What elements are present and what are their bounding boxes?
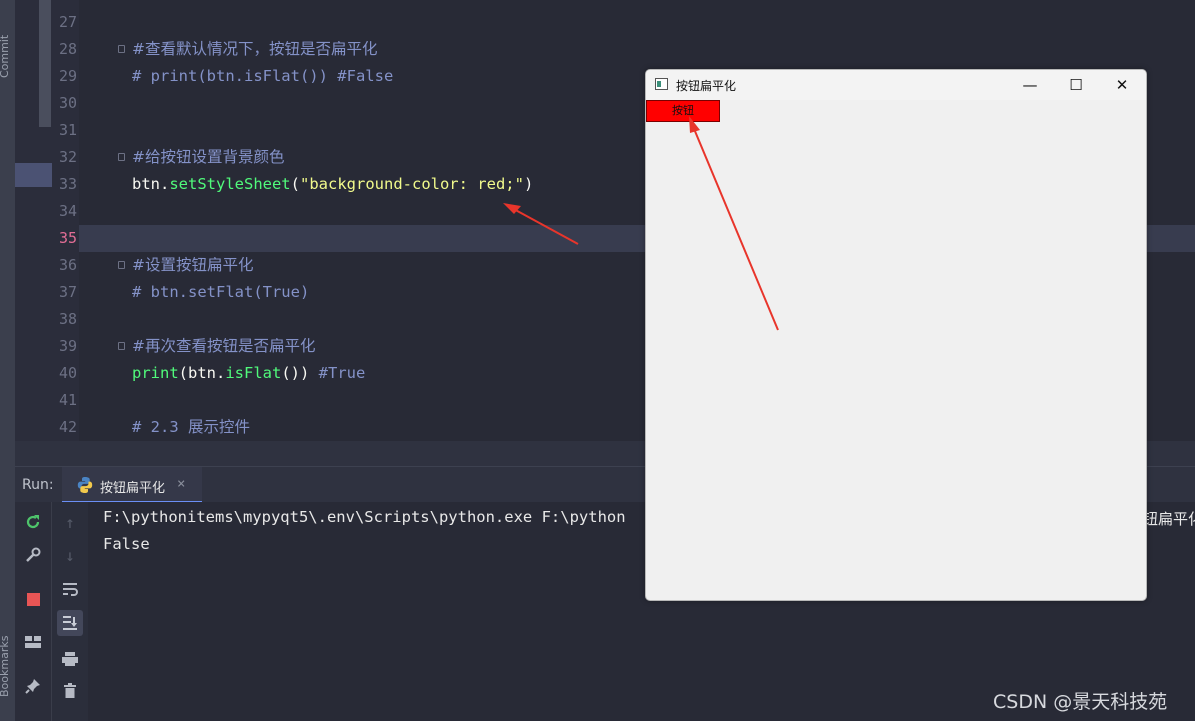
annotation-arrow-to-button-head bbox=[689, 116, 700, 133]
watermark: CSDN @景天科技苑 bbox=[993, 691, 1168, 713]
annotation-arrows bbox=[503, 116, 779, 331]
annotation-arrow-to-code bbox=[509, 206, 579, 245]
annotation-arrow-to-button bbox=[691, 123, 779, 331]
